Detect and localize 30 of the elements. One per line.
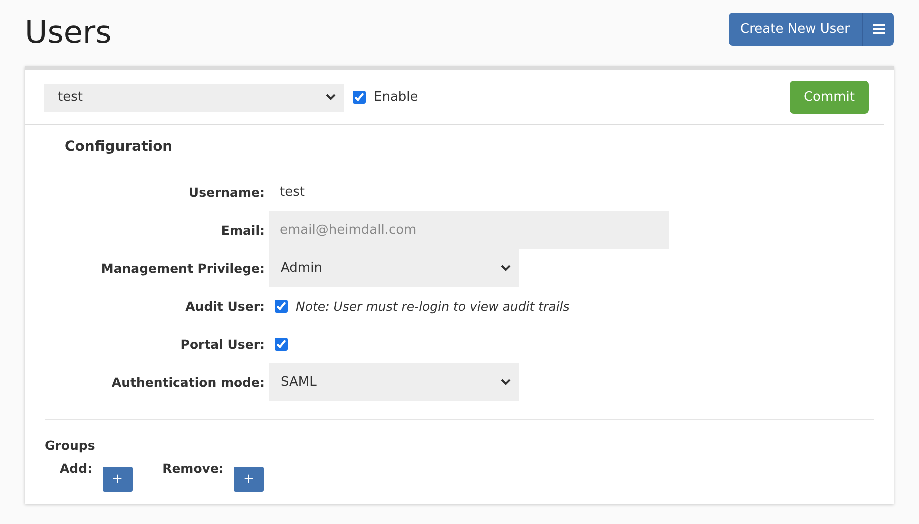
checkbox[interactable] bbox=[275, 300, 288, 312]
enable-checkbox[interactable] bbox=[353, 91, 366, 104]
enable-label: Enable bbox=[374, 90, 418, 105]
action-label: Add: bbox=[60, 461, 93, 476]
page-title: Users bbox=[25, 15, 112, 51]
field-label: Username: bbox=[188, 184, 265, 200]
checkbox[interactable] bbox=[275, 338, 288, 350]
section-title: Configuration bbox=[65, 139, 174, 155]
add-button[interactable]: + bbox=[102, 467, 133, 492]
add-button[interactable]: + bbox=[234, 467, 264, 492]
chevron-down-icon bbox=[326, 94, 336, 101]
chevron-down-icon bbox=[501, 264, 511, 272]
groups-title: Groups bbox=[45, 438, 96, 453]
field-value: test bbox=[279, 184, 305, 200]
field-label: Email: bbox=[220, 222, 265, 238]
field-label: Authentication mode: bbox=[110, 374, 265, 390]
note-text: Note: User must re-login to view audit trails bbox=[296, 298, 570, 314]
user-select[interactable]: test bbox=[44, 84, 344, 112]
dropdown-select[interactable]: SAML bbox=[269, 363, 519, 401]
dropdown-select[interactable]: Admin bbox=[269, 249, 519, 287]
commit-button[interactable]: Commit bbox=[790, 81, 869, 114]
create-user-button[interactable]: Create New User bbox=[728, 12, 863, 46]
field-label: Audit User: bbox=[184, 298, 265, 314]
menu-button[interactable] bbox=[863, 12, 894, 46]
menu-icon bbox=[872, 23, 884, 35]
email-field[interactable]: email@heimdall.com bbox=[269, 211, 669, 249]
chevron-down-icon bbox=[501, 378, 511, 386]
field-label: Portal User: bbox=[180, 336, 265, 352]
action-label: Remove: bbox=[162, 461, 224, 476]
field-label: Management Privilege: bbox=[100, 260, 265, 276]
